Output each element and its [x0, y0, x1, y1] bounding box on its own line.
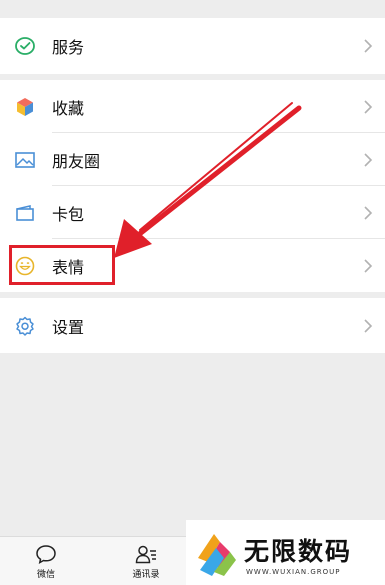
annotation-arrow [114, 102, 302, 258]
